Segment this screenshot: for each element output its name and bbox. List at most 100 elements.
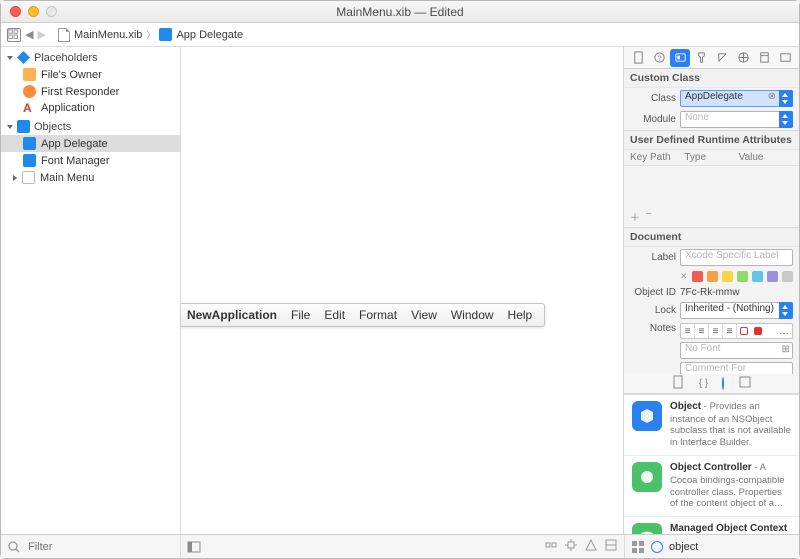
object-icon xyxy=(159,28,172,41)
identity-inspector-tab[interactable] xyxy=(670,49,690,67)
outline-item-label: Application xyxy=(41,102,95,114)
module-field[interactable]: None xyxy=(680,111,793,128)
bindings-inspector-tab[interactable] xyxy=(754,49,774,67)
align-left-icon[interactable]: ≡ xyxy=(681,324,695,338)
font-field[interactable]: No Font ⊞ xyxy=(680,342,793,359)
color-swatch[interactable] xyxy=(767,271,778,282)
canvas-layout-controls xyxy=(544,538,618,555)
svg-text:?: ? xyxy=(657,53,661,62)
text-color-icon[interactable] xyxy=(737,324,751,338)
menu-item[interactable]: View xyxy=(411,308,437,322)
font-picker-icon[interactable]: ⊞ xyxy=(782,344,790,355)
quick-help-tab[interactable]: ? xyxy=(649,49,669,67)
outline-item-app-delegate[interactable]: App Delegate xyxy=(1,135,180,152)
object-id-value: 7Fc-Rk-mmw xyxy=(680,287,739,298)
chevron-down-icon xyxy=(7,56,13,60)
section-title: Objects xyxy=(34,121,71,133)
library-item-object[interactable]: Object - Provides an instance of an NSOb… xyxy=(624,395,799,456)
col-keypath: Key Path xyxy=(630,152,684,163)
notes-toolbar[interactable]: ≡ ≡ ≡ ≡ … xyxy=(680,323,793,339)
library-filter-bar: object xyxy=(624,535,799,558)
menu-item[interactable]: Format xyxy=(359,308,397,322)
titlebar: MainMenu.xib — Edited xyxy=(1,1,799,23)
related-items-button[interactable] xyxy=(7,28,21,42)
menu-app-name[interactable]: NewApplication xyxy=(187,308,277,322)
embed-button[interactable] xyxy=(604,538,618,555)
outline-item-first-responder[interactable]: First Responder xyxy=(1,83,180,100)
stepper-control[interactable] xyxy=(779,111,793,128)
color-swatch[interactable] xyxy=(707,271,718,282)
align-justify-icon[interactable]: ≡ xyxy=(723,324,737,338)
back-button[interactable]: ◀ xyxy=(25,28,33,41)
col-value: Value xyxy=(739,152,793,163)
clear-icon[interactable]: ⊗ xyxy=(768,91,776,102)
menu-item[interactable]: Edit xyxy=(324,308,345,322)
lock-select[interactable]: Inherited - (Nothing) xyxy=(680,302,793,319)
code-snippet-library-tab[interactable]: { } xyxy=(699,378,708,389)
section-title: Placeholders xyxy=(34,52,98,64)
outline-section-objects[interactable]: Objects xyxy=(1,116,180,135)
effects-inspector-tab[interactable] xyxy=(775,49,795,67)
lock-value: Inherited - (Nothing) xyxy=(685,303,774,314)
filter-icon[interactable] xyxy=(7,540,21,554)
pin-button[interactable] xyxy=(564,538,578,555)
breadcrumb-object[interactable]: App Delegate xyxy=(176,29,243,41)
outline-filter-input[interactable] xyxy=(26,540,174,554)
interface-builder-canvas[interactable]: NewApplication File Edit Format View Win… xyxy=(181,47,624,534)
grid-view-icon[interactable] xyxy=(631,540,645,554)
bg-color-icon[interactable] xyxy=(751,324,765,338)
menu-item[interactable]: Window xyxy=(451,308,494,322)
library-item-name: Object xyxy=(670,401,701,412)
library-filter-value[interactable]: object xyxy=(669,541,698,553)
object-library[interactable]: Object - Provides an instance of an NSOb… xyxy=(624,394,799,534)
add-attribute-button[interactable]: ＋ xyxy=(630,209,640,224)
file-template-library-tab[interactable] xyxy=(671,375,685,392)
menu-item[interactable]: Help xyxy=(508,308,533,322)
forward-button[interactable]: ▶ xyxy=(37,28,45,41)
chevron-right-icon[interactable] xyxy=(13,175,17,181)
remove-attribute-button[interactable]: − xyxy=(646,209,652,224)
main-menu-preview[interactable]: NewApplication File Edit Format View Win… xyxy=(181,303,545,327)
connections-inspector-tab[interactable] xyxy=(733,49,753,67)
toggle-outline-button[interactable] xyxy=(187,540,201,554)
align-button[interactable] xyxy=(544,538,558,555)
color-swatch[interactable] xyxy=(752,271,763,282)
chevron-down-icon xyxy=(7,125,13,129)
runtime-table[interactable] xyxy=(624,166,799,206)
menu-item[interactable]: File xyxy=(291,308,310,322)
main-area: Placeholders File's Owner First Responde… xyxy=(1,47,799,534)
outline-item-files-owner[interactable]: File's Owner xyxy=(1,66,180,83)
color-swatch[interactable] xyxy=(782,271,793,282)
object-library-tab[interactable] xyxy=(722,378,724,389)
library-item-object-controller[interactable]: Object Controller - A Cocoa bindings-com… xyxy=(624,456,799,517)
color-clear-icon[interactable]: ✕ xyxy=(680,271,688,282)
size-inspector-tab[interactable] xyxy=(712,49,732,67)
align-right-icon[interactable]: ≡ xyxy=(709,324,723,338)
font-placeholder: No Font xyxy=(685,343,721,354)
file-inspector-tab[interactable] xyxy=(628,49,648,67)
color-swatch[interactable] xyxy=(722,271,733,282)
outline-item-application[interactable]: Application xyxy=(1,100,180,116)
attributes-inspector-tab[interactable] xyxy=(691,49,711,67)
outline-section-placeholders[interactable]: Placeholders xyxy=(1,47,180,66)
outline-item-main-menu[interactable]: Main Menu xyxy=(1,169,180,186)
resolve-issues-button[interactable] xyxy=(584,538,598,555)
object-filter-icon[interactable] xyxy=(651,541,663,553)
color-swatch[interactable] xyxy=(692,271,703,282)
library-item-managed-object-context[interactable]: Managed Object Context - An instance of … xyxy=(624,517,799,534)
section-runtime-attrs: User Defined Runtime Attributes xyxy=(624,130,799,150)
class-field[interactable]: AppDelegate⊗ xyxy=(680,90,793,107)
cube-icon xyxy=(17,120,30,133)
runtime-add-remove: ＋ − xyxy=(624,206,799,227)
stepper-control[interactable] xyxy=(779,302,793,319)
first-responder-icon xyxy=(23,85,36,98)
color-swatch[interactable] xyxy=(737,271,748,282)
breadcrumb-file[interactable]: MainMenu.xib xyxy=(74,29,142,41)
notes-more-icon[interactable]: … xyxy=(765,324,792,338)
row-label: Label Xcode Specific Label xyxy=(624,247,799,268)
align-center-icon[interactable]: ≡ xyxy=(695,324,709,338)
outline-item-font-manager[interactable]: Font Manager xyxy=(1,152,180,169)
label-field[interactable]: Xcode Specific Label xyxy=(680,249,793,266)
media-library-tab[interactable] xyxy=(738,375,752,392)
stepper-control[interactable] xyxy=(779,90,793,107)
